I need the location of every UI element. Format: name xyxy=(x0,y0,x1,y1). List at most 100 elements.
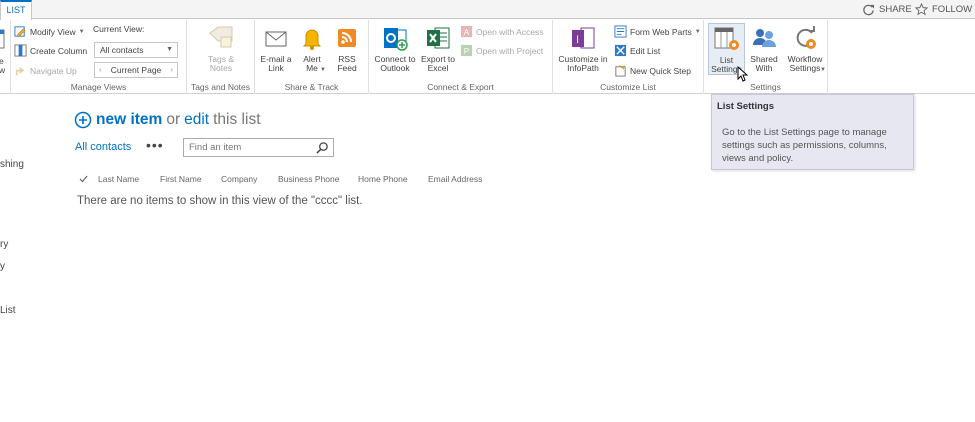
chevron-down-icon: ▼ xyxy=(820,67,826,73)
workflow-settings-icon xyxy=(796,26,816,49)
search-box xyxy=(183,138,334,157)
customize-infopath-label: Customize in InfoPath xyxy=(558,54,608,73)
star-icon xyxy=(915,2,928,15)
ribbon-tab-strip: LIST SHARE FOLLOW xyxy=(0,0,975,20)
view-format-icon xyxy=(0,29,5,49)
view-all-contacts[interactable]: All contacts xyxy=(75,141,131,153)
create-column-icon xyxy=(14,44,27,57)
alert-me-button[interactable]: Alert Me ▼ xyxy=(292,23,332,73)
settings-group-label: Settings xyxy=(750,82,781,92)
tags-notes-button[interactable]: Tags & Notes xyxy=(201,23,241,73)
page-prev-icon[interactable]: ‹ xyxy=(99,63,102,77)
open-access-button[interactable]: A Open with Access xyxy=(460,23,544,40)
chevron-down-icon: ▼ xyxy=(320,67,326,73)
view-format-label[interactable]: e w xyxy=(0,57,5,75)
tags-notes-label: Tags & Notes xyxy=(208,54,234,73)
modify-view-icon xyxy=(14,26,26,37)
svg-text:A: A xyxy=(464,27,470,37)
ribbon: e w Modify View ▼ Create Column Navigate… xyxy=(0,20,975,94)
edit-list-button[interactable]: Edit List xyxy=(614,42,660,59)
form-web-parts-label: Form Web Parts xyxy=(630,26,692,37)
left-navigation: shing ry y List xyxy=(0,95,60,422)
share-icon xyxy=(863,4,875,15)
project-icon: P xyxy=(460,44,473,56)
modify-view-button[interactable]: Modify View ▼ xyxy=(14,23,85,40)
customize-infopath-button[interactable]: I Customize in InfoPath xyxy=(557,23,609,73)
more-views-button[interactable]: ••• xyxy=(146,137,164,153)
svg-text:I: I xyxy=(576,34,579,46)
navigate-up-button[interactable]: Navigate Up xyxy=(14,62,77,79)
column-header-company[interactable]: Company xyxy=(221,174,257,184)
ribbon-group-tags-notes: Tags & Notes Tags and Notes xyxy=(187,20,255,94)
chevron-down-icon: ▼ xyxy=(78,28,85,35)
tags-notes-group-label: Tags and Notes xyxy=(190,82,251,92)
connect-outlook-label: Connect to Outlook xyxy=(374,54,416,73)
open-project-button[interactable]: P Open with Project xyxy=(460,42,543,59)
chevron-down-icon: ▼ xyxy=(694,28,701,35)
column-header-email-address[interactable]: Email Address xyxy=(428,174,482,184)
ribbon-group-view-format: e w xyxy=(0,20,11,94)
ribbon-group-share-track: E-mail a Link Alert Me ▼ RSS Feed Share … xyxy=(255,20,369,94)
tooltip-body: Go to the List Settings page to manage s… xyxy=(722,127,887,164)
page-next-icon[interactable]: › xyxy=(170,63,173,77)
infopath-icon: I xyxy=(572,27,595,49)
list-settings-icon xyxy=(714,27,739,50)
search-icon[interactable] xyxy=(316,141,329,154)
ribbon-group-settings: List Settings Shared With Workflow Setti… xyxy=(704,20,828,94)
mouse-cursor-icon xyxy=(737,66,748,82)
share-button[interactable]: SHARE xyxy=(862,2,912,16)
nav-item[interactable]: ry xyxy=(0,239,8,250)
plus-circle-icon[interactable] xyxy=(74,111,92,129)
ribbon-group-connect-export: Connect to Outlook Export to Excel A Ope… xyxy=(369,20,553,94)
form-web-parts-button[interactable]: Form Web Parts ▼ xyxy=(614,23,701,40)
open-project-label: Open with Project xyxy=(476,45,544,56)
export-excel-button[interactable]: Export to Excel xyxy=(417,23,459,73)
customize-list-group-label: Customize List xyxy=(600,82,656,92)
navigate-up-icon xyxy=(15,66,25,76)
navigate-up-label: Navigate Up xyxy=(30,65,77,76)
svg-text:P: P xyxy=(464,46,470,56)
select-all-checkmark-icon[interactable] xyxy=(79,174,88,183)
current-page-label: Current Page xyxy=(110,65,162,75)
new-quick-step-button[interactable]: New Quick Step xyxy=(614,62,691,79)
manage-views-group-label: Manage Views xyxy=(70,82,127,92)
workflow-settings-button[interactable]: Workflow Settings ▼ xyxy=(783,23,827,73)
share-label: SHARE xyxy=(879,3,912,15)
new-item-link[interactable]: new item xyxy=(96,111,162,129)
create-column-label: Create Column xyxy=(30,45,88,56)
nav-item[interactable]: List xyxy=(0,305,16,316)
ribbon-group-manage-views: Modify View ▼ Create Column Navigate Up … xyxy=(11,20,187,94)
ribbon-group-customize-list: I Customize in InfoPath Form Web Parts ▼… xyxy=(553,20,704,94)
current-view-select[interactable]: All contacts ▼ xyxy=(94,42,178,58)
connect-export-group-label: Connect & Export xyxy=(427,82,494,92)
shared-with-icon xyxy=(753,29,776,47)
this-list-text: this list xyxy=(213,111,261,128)
follow-button[interactable]: FOLLOW xyxy=(915,2,972,16)
rss-feed-button[interactable]: RSS Feed xyxy=(327,23,367,73)
new-quick-step-label: New Quick Step xyxy=(630,65,691,76)
column-header-first-name[interactable]: First Name xyxy=(160,174,202,184)
column-header-home-phone[interactable]: Home Phone xyxy=(358,174,408,184)
nav-item[interactable]: shing xyxy=(0,159,24,170)
shared-with-button[interactable]: Shared With xyxy=(745,23,783,73)
edit-list-label: Edit List xyxy=(630,45,661,56)
column-header-last-name[interactable]: Last Name xyxy=(98,174,139,184)
column-header-business-phone[interactable]: Business Phone xyxy=(278,174,339,184)
rss-icon xyxy=(338,29,356,47)
excel-icon xyxy=(427,27,450,49)
nav-item[interactable]: y xyxy=(0,261,5,272)
edit-list-link[interactable]: edit xyxy=(184,111,209,129)
tags-notes-icon xyxy=(209,26,233,48)
search-input[interactable] xyxy=(184,139,314,156)
quick-step-icon xyxy=(615,64,626,77)
tab-list[interactable]: LIST xyxy=(0,0,32,20)
email-icon xyxy=(265,31,287,47)
current-page-pager[interactable]: ‹ Current Page › xyxy=(94,62,178,78)
chevron-down-icon: ▼ xyxy=(166,46,173,53)
email-link-button[interactable]: E-mail a Link xyxy=(256,23,296,73)
connect-outlook-button[interactable]: Connect to Outlook xyxy=(373,23,417,73)
current-view-value: All contacts xyxy=(100,45,144,55)
workflow-settings-label: Workflow Settings xyxy=(787,54,823,73)
share-track-group-label: Share & Track xyxy=(284,82,339,92)
create-column-button[interactable]: Create Column xyxy=(14,42,87,59)
